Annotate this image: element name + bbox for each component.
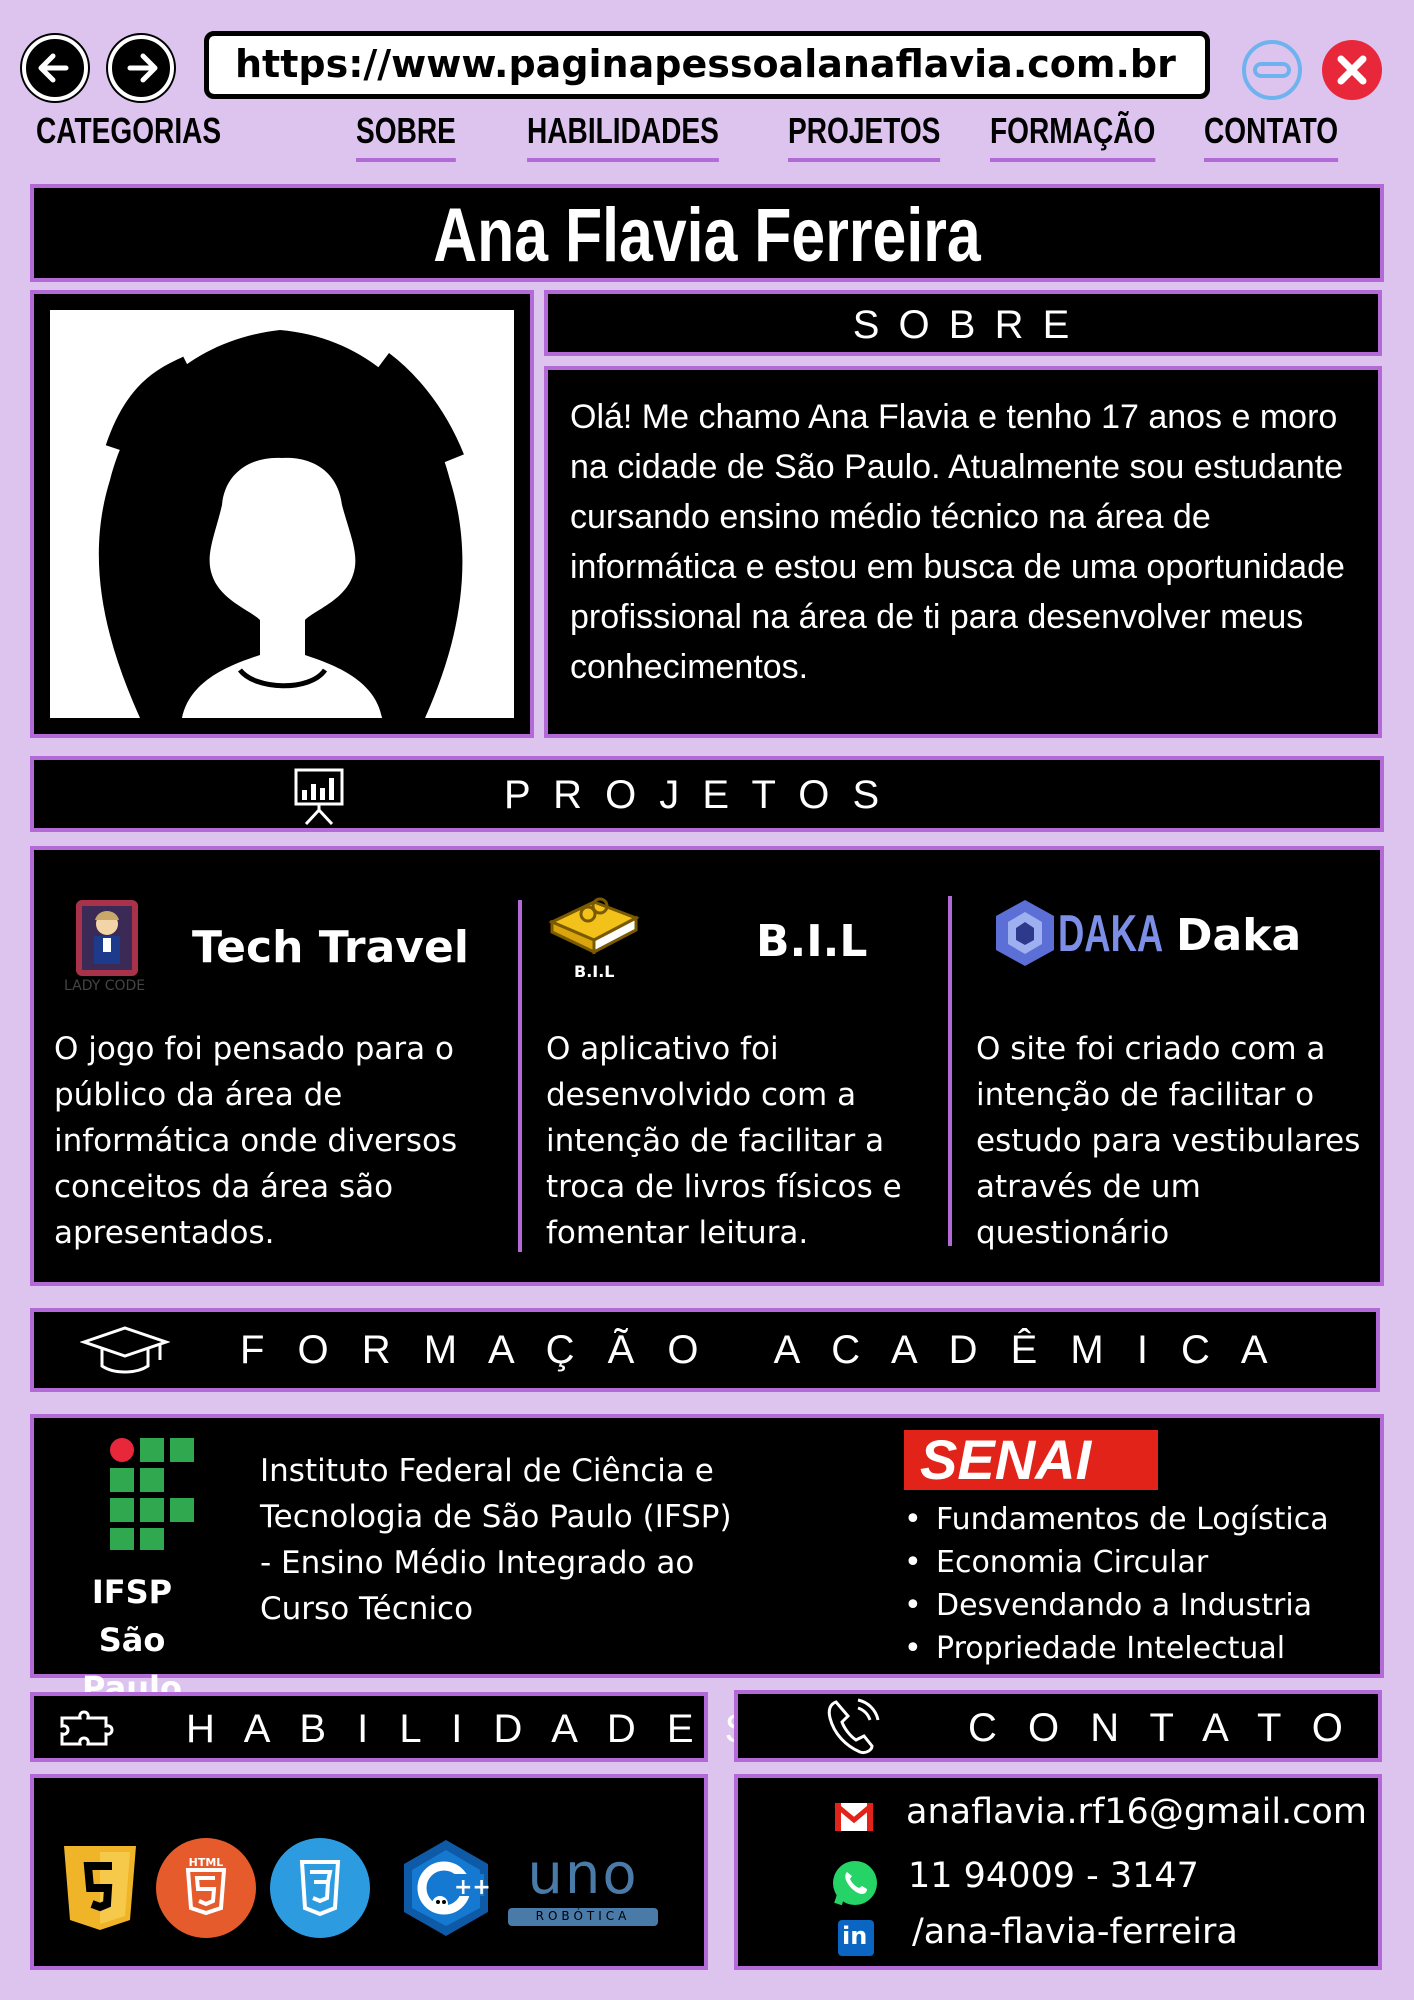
education-panel: IFSP São Paulo Instituto Federal de Ciên…: [30, 1414, 1384, 1707]
name-banner: Ana Flavia Ferreira: [30, 184, 1384, 282]
about-panel: Olá! Me chamo Ana Flavia e tenho 17 anos…: [544, 366, 1382, 738]
project-title: B.I.L: [756, 916, 868, 967]
nav-projetos[interactable]: PROJETOS: [788, 110, 941, 162]
book-logo-icon: [548, 897, 640, 955]
divider: [948, 896, 952, 1246]
presentation-chart-icon: [294, 768, 344, 826]
senai-logo: SENAI: [904, 1430, 1158, 1490]
profile-photo-frame: [30, 290, 534, 738]
forward-button[interactable]: [108, 35, 174, 101]
arrow-left-icon: [38, 53, 69, 83]
contact-panel: anaflavia.rf16@gmail.com 11 94009 - 3147…: [734, 1774, 1382, 1970]
list-item: Propriedade Intelectual: [898, 1627, 1329, 1670]
nav-habilidades[interactable]: HABILIDADES: [527, 110, 719, 162]
minimize-button[interactable]: [1242, 40, 1302, 100]
about-heading: S O B R E: [852, 303, 1074, 347]
list-item: Fundamentos de Logística: [898, 1498, 1329, 1541]
nav-sobre[interactable]: SOBRE: [356, 110, 456, 162]
projects-heading-bar: P R O J E T O S: [30, 756, 1384, 832]
skills-panel: HTML ++ uno ROBÓTICA: [30, 1774, 708, 1970]
puzzle-icon: [60, 1710, 114, 1746]
svg-text:++: ++: [454, 1875, 491, 1900]
projects-heading: P R O J E T O S: [504, 773, 886, 817]
nav-contato[interactable]: CONTATO: [1204, 110, 1339, 162]
project-card[interactable]: DAKA Daka O site foi criado com a intenç…: [954, 850, 1380, 1282]
list-item: Economia Circular: [898, 1541, 1329, 1584]
skills-heading-bar: H A B I L I D A D E S: [30, 1692, 751, 1762]
divider: [518, 900, 522, 1252]
project-logo-caption: LADY CODE: [64, 978, 146, 994]
back-button[interactable]: [22, 35, 88, 101]
close-icon: [1337, 55, 1367, 85]
categories-label: CATEGORIAS: [36, 110, 222, 151]
linkedin-link[interactable]: /ana-flavia-ferreira: [912, 1912, 1238, 1952]
ifsp-logo-icon: [110, 1438, 194, 1550]
cplusplus-icon: ++: [404, 1840, 491, 1936]
phone-icon: [827, 1698, 880, 1754]
address-bar[interactable]: https://www.paginapessoalanaflavia.com.b…: [204, 31, 1210, 99]
close-button[interactable]: [1322, 40, 1382, 100]
project-title: Tech Travel: [192, 922, 469, 973]
uno-robotica-icon: uno ROBÓTICA: [508, 1842, 658, 1930]
daka-logo-icon: [996, 900, 1054, 966]
about-text: Olá! Me chamo Ana Flavia e tenho 17 anos…: [570, 398, 1345, 686]
nav-formacao[interactable]: FORMAÇÃO: [990, 110, 1156, 162]
contact-heading: C O N T A T O: [968, 1706, 1353, 1750]
whatsapp-icon: [833, 1861, 877, 1906]
email-link[interactable]: anaflavia.rf16@gmail.com: [906, 1792, 1367, 1832]
graduation-cap-icon: [80, 1326, 170, 1374]
project-card[interactable]: LADY CODE Tech Travel O jogo foi pensado…: [34, 850, 518, 1282]
phone-number[interactable]: 11 94009 - 3147: [908, 1856, 1199, 1896]
project-description: O site foi criado com a intenção de faci…: [976, 1031, 1361, 1251]
education-heading: F O R M A Ç Ã O A C A D Ê M I C A: [240, 1328, 1279, 1372]
javascript-icon: [64, 1846, 136, 1930]
project-description: O aplicativo foi desenvolvido com a inte…: [546, 1031, 902, 1251]
project-logo-caption: B.I.L: [574, 962, 615, 981]
project-card[interactable]: B.I.L B.I.L O aplicativo foi desenvolvid…: [524, 850, 948, 1282]
education-heading-bar: F O R M A Ç Ã O A C A D Ê M I C A: [30, 1308, 1380, 1392]
page-title: Ana Flavia Ferreira: [433, 193, 981, 278]
about-heading-bar: S O B R E: [544, 290, 1382, 356]
list-item: Desvendando a Industria: [898, 1584, 1329, 1627]
arrow-right-icon: [127, 53, 158, 83]
project-logo-caption: DAKA: [1058, 905, 1164, 963]
senai-course-list: Fundamentos de Logística Economia Circul…: [898, 1498, 1329, 1670]
url-text: https://www.paginapessoalanaflavia.com.b…: [235, 42, 1176, 86]
project-title: Daka: [1176, 910, 1302, 961]
gmail-icon: [834, 1803, 874, 1831]
linkedin-icon: in: [838, 1920, 874, 1956]
minimize-icon: [1253, 62, 1291, 78]
project-description: O jogo foi pensado para o público da áre…: [54, 1031, 458, 1251]
html5-icon: HTML: [156, 1838, 256, 1938]
avatar-silhouette-icon: [98, 330, 464, 718]
projects-panel: LADY CODE Tech Travel O jogo foi pensado…: [30, 846, 1384, 1286]
contact-heading-bar: C O N T A T O: [734, 1690, 1382, 1762]
ifsp-logo-text: IFSP São Paulo: [82, 1573, 182, 1707]
skills-heading: H A B I L I D A D E S: [186, 1707, 762, 1751]
ifsp-description: Instituto Federal de Ciência e Tecnologi…: [260, 1453, 732, 1627]
css3-icon: [270, 1838, 370, 1938]
